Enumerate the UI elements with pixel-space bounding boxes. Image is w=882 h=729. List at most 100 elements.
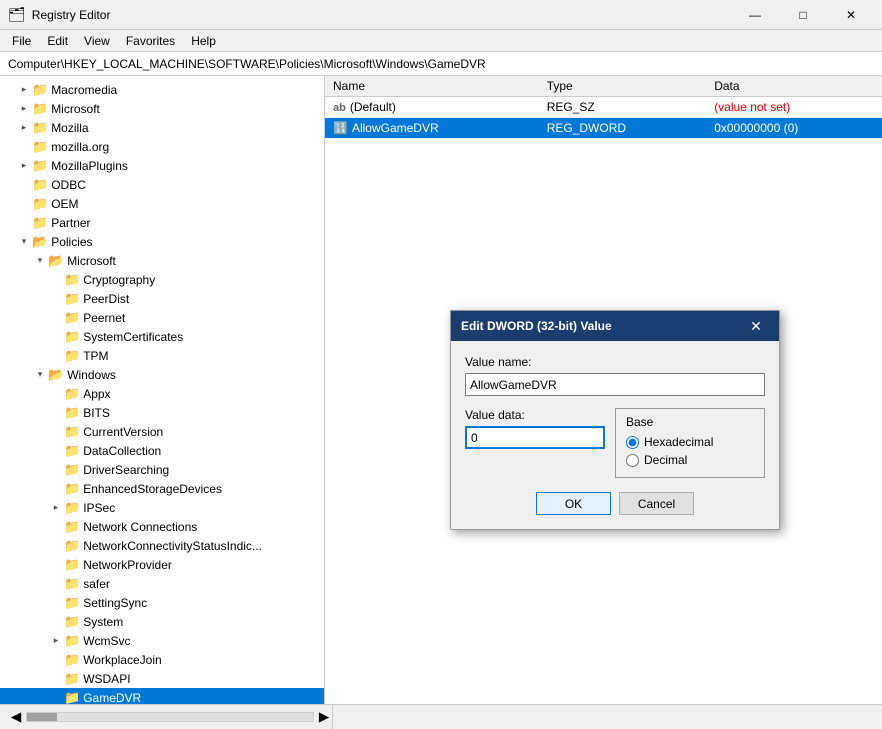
tree-expander[interactable] bbox=[48, 538, 64, 554]
tree-item[interactable]: 📁Partner bbox=[0, 213, 324, 232]
tree-item[interactable]: ▸📁Macromedia bbox=[0, 80, 324, 99]
hex-radio[interactable] bbox=[626, 436, 639, 449]
tree-item[interactable]: ▸📁Mozilla bbox=[0, 118, 324, 137]
tree-expander[interactable] bbox=[48, 671, 64, 687]
folder-icon: 📂 bbox=[32, 234, 48, 250]
tree-expander[interactable] bbox=[48, 462, 64, 478]
tree-item[interactable]: 📁Peernet bbox=[0, 308, 324, 327]
tree-item-label: Macromedia bbox=[51, 83, 117, 97]
dec-radio[interactable] bbox=[626, 454, 639, 467]
tree-expander[interactable] bbox=[48, 576, 64, 592]
tree-expander[interactable]: ▸ bbox=[16, 158, 32, 174]
tree-expander[interactable] bbox=[48, 329, 64, 345]
folder-icon: 📂 bbox=[48, 253, 64, 269]
tree-item[interactable]: ▸📁IPSec bbox=[0, 498, 324, 517]
tree-item[interactable]: 📁mozilla.org bbox=[0, 137, 324, 156]
tree-item[interactable]: ▾📂Microsoft bbox=[0, 251, 324, 270]
tree-item[interactable]: ▾📂Policies bbox=[0, 232, 324, 251]
tree-item[interactable]: 📁WSDAPI bbox=[0, 669, 324, 688]
tree-item[interactable]: 📁BITS bbox=[0, 403, 324, 422]
maximize-button[interactable]: □ bbox=[780, 0, 826, 30]
tree-expander[interactable] bbox=[48, 291, 64, 307]
tree-expander[interactable] bbox=[16, 215, 32, 231]
scroll-left[interactable]: ◀ bbox=[8, 705, 24, 729]
tree-item[interactable]: 📁Appx bbox=[0, 384, 324, 403]
tree-item[interactable]: 📁Cryptography bbox=[0, 270, 324, 289]
tree-item[interactable]: 📁TPM bbox=[0, 346, 324, 365]
tree-expander[interactable] bbox=[48, 652, 64, 668]
table-row[interactable]: 🔢AllowGameDVRREG_DWORD0x00000000 (0) bbox=[325, 118, 882, 139]
tree-item[interactable]: 📁Network Connections bbox=[0, 517, 324, 536]
tree-expander[interactable] bbox=[48, 386, 64, 402]
tree-expander[interactable] bbox=[48, 348, 64, 364]
tree-item[interactable]: 📁SettingSync bbox=[0, 593, 324, 612]
tree-item[interactable]: 📁GameDVR bbox=[0, 688, 324, 704]
value-name-input[interactable] bbox=[465, 373, 765, 396]
folder-icon: 📁 bbox=[64, 671, 80, 687]
tree-item[interactable]: 📁OEM bbox=[0, 194, 324, 213]
tree-item[interactable]: 📁NetworkConnectivityStatusIndic... bbox=[0, 536, 324, 555]
tree-item[interactable]: ▾📂Windows bbox=[0, 365, 324, 384]
tree-item[interactable]: 📁WorkplaceJoin bbox=[0, 650, 324, 669]
menu-favorites[interactable]: Favorites bbox=[118, 30, 183, 52]
tree-expander[interactable]: ▸ bbox=[48, 633, 64, 649]
tree-expander[interactable]: ▸ bbox=[16, 120, 32, 136]
edit-dword-dialog[interactable]: Edit DWORD (32-bit) Value ✕ Value name: … bbox=[450, 310, 780, 530]
tree-expander[interactable] bbox=[48, 557, 64, 573]
tree-item[interactable]: 📁SystemCertificates bbox=[0, 327, 324, 346]
reg-name: ab(Default) bbox=[325, 97, 539, 118]
tree-expander[interactable]: ▸ bbox=[48, 500, 64, 516]
value-name-label: Value name: bbox=[465, 355, 765, 369]
tree-expander[interactable] bbox=[48, 614, 64, 630]
tree-item[interactable]: 📁DataCollection bbox=[0, 441, 324, 460]
tree-expander[interactable]: ▾ bbox=[32, 253, 48, 269]
tree-expander[interactable]: ▾ bbox=[32, 367, 48, 383]
folder-icon: 📁 bbox=[64, 652, 80, 668]
value-data-input[interactable] bbox=[465, 426, 605, 449]
tree-expander[interactable] bbox=[48, 595, 64, 611]
tree-expander[interactable] bbox=[48, 443, 64, 459]
tree-expander[interactable] bbox=[48, 519, 64, 535]
tree-item[interactable]: ▸📁Microsoft bbox=[0, 99, 324, 118]
tree-expander[interactable] bbox=[16, 177, 32, 193]
tree-expander[interactable] bbox=[48, 405, 64, 421]
tree-expander[interactable]: ▸ bbox=[16, 82, 32, 98]
scroll-right[interactable]: ▶ bbox=[316, 705, 332, 729]
tree-expander[interactable] bbox=[16, 139, 32, 155]
tree-expander[interactable] bbox=[48, 424, 64, 440]
tree-item[interactable]: 📁System bbox=[0, 612, 324, 631]
tree-expander[interactable]: ▸ bbox=[16, 101, 32, 117]
minimize-button[interactable]: — bbox=[732, 0, 778, 30]
close-button[interactable]: ✕ bbox=[828, 0, 874, 30]
menu-view[interactable]: View bbox=[76, 30, 118, 52]
tree-item-label: DataCollection bbox=[83, 444, 161, 458]
tree-expander[interactable] bbox=[48, 481, 64, 497]
app-icon: 🗂 bbox=[8, 6, 26, 23]
tree-expander[interactable] bbox=[48, 690, 64, 705]
decimal-option[interactable]: Decimal bbox=[626, 453, 754, 467]
menu-bar: File Edit View Favorites Help bbox=[0, 30, 882, 52]
tree-expander[interactable] bbox=[48, 272, 64, 288]
tree-expander[interactable]: ▾ bbox=[16, 234, 32, 250]
hexadecimal-option[interactable]: Hexadecimal bbox=[626, 435, 754, 449]
tree-item[interactable]: 📁DriverSearching bbox=[0, 460, 324, 479]
tree-item[interactable]: 📁EnhancedStorageDevices bbox=[0, 479, 324, 498]
tree-expander[interactable] bbox=[48, 310, 64, 326]
tree-item[interactable]: ▸📁MozillaPlugins bbox=[0, 156, 324, 175]
ok-button[interactable]: OK bbox=[536, 492, 611, 515]
menu-file[interactable]: File bbox=[4, 30, 39, 52]
tree-item[interactable]: 📁NetworkProvider bbox=[0, 555, 324, 574]
tree-item[interactable]: 📁safer bbox=[0, 574, 324, 593]
dialog-close-button[interactable]: ✕ bbox=[743, 313, 769, 339]
table-row[interactable]: ab(Default)REG_SZ(value not set) bbox=[325, 97, 882, 118]
tree-item[interactable]: 📁CurrentVersion bbox=[0, 422, 324, 441]
cancel-button[interactable]: Cancel bbox=[619, 492, 694, 515]
menu-help[interactable]: Help bbox=[183, 30, 224, 52]
folder-icon: 📁 bbox=[64, 272, 80, 288]
menu-edit[interactable]: Edit bbox=[39, 30, 76, 52]
tree-item[interactable]: 📁PeerDist bbox=[0, 289, 324, 308]
tree-item[interactable]: ▸📁WcmSvc bbox=[0, 631, 324, 650]
tree-expander[interactable] bbox=[16, 196, 32, 212]
tree-item[interactable]: 📁ODBC bbox=[0, 175, 324, 194]
tree-item-label: Partner bbox=[51, 216, 90, 230]
